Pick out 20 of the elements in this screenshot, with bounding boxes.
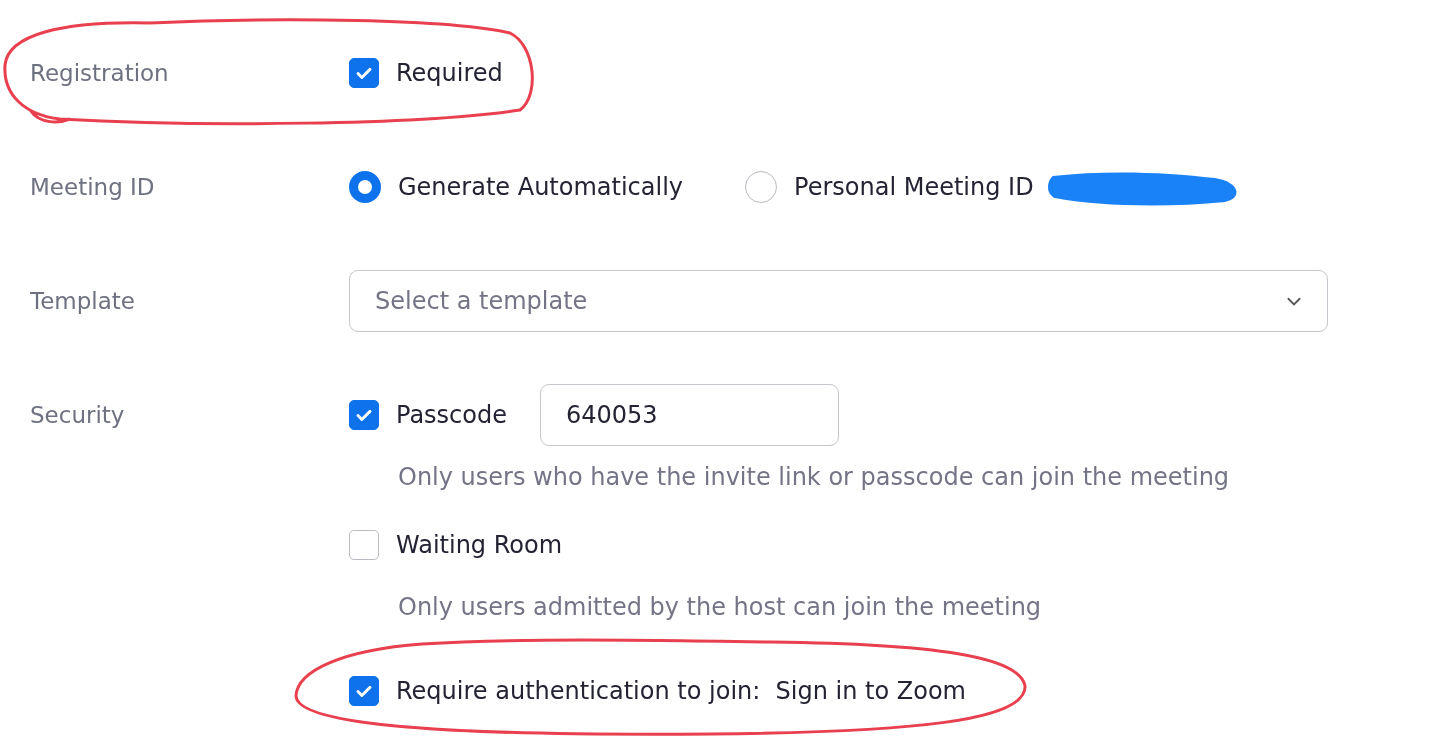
checkbox[interactable] bbox=[349, 676, 379, 706]
radio-button[interactable] bbox=[745, 171, 778, 203]
checkbox-label: Waiting Room bbox=[396, 531, 563, 559]
checkbox-label: Passcode bbox=[396, 401, 507, 429]
checkbox-label: Required bbox=[396, 59, 503, 87]
radio-button[interactable] bbox=[349, 171, 381, 203]
field-label: Meeting ID bbox=[30, 174, 155, 200]
radio-label: Generate Automatically bbox=[398, 173, 684, 201]
hint-text: Only users admitted by the host can join the meeting bbox=[397, 592, 1043, 623]
passcode-field[interactable]: 640053 bbox=[540, 384, 839, 446]
checkbox-label: Require authentication to join: Sign in to Zoom bbox=[396, 677, 966, 705]
field-label: Security bbox=[30, 402, 125, 428]
checkbox[interactable] bbox=[349, 400, 379, 430]
field-label: Registration bbox=[30, 60, 169, 86]
template-dropdown[interactable]: Select a template bbox=[349, 270, 1328, 332]
radio-label: Personal Meeting ID bbox=[794, 173, 1034, 201]
hint-text: Only users who have the invite link or passcode can join the meeting bbox=[397, 462, 1230, 493]
field-label: Template bbox=[30, 288, 135, 314]
checkbox[interactable] bbox=[349, 530, 379, 560]
checkbox[interactable] bbox=[349, 58, 379, 88]
